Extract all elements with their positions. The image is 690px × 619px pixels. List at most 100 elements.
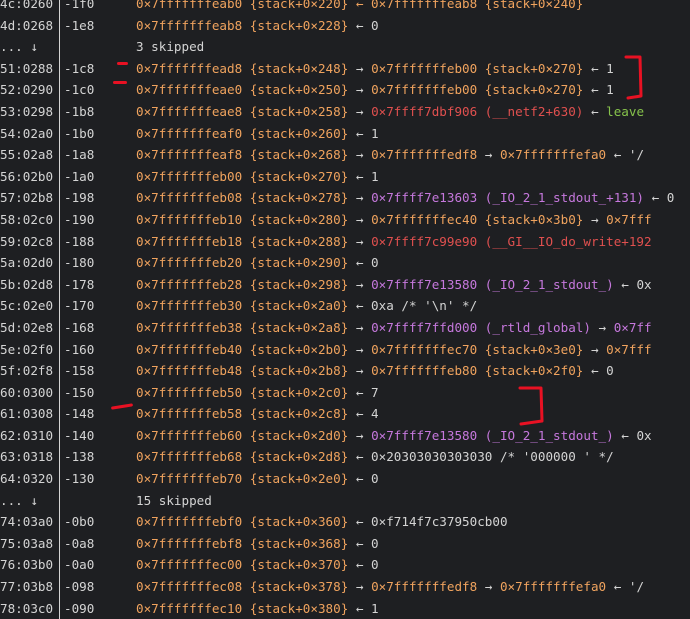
entry-segment: 0×7fff	[606, 211, 652, 227]
stack-offset: -1c8	[64, 60, 95, 76]
stack-offset: -130	[64, 471, 95, 487]
entry-segment: →	[598, 319, 614, 335]
stack-row: 78:03c0 -090 0×7fffffffec10 {stack+0×380} …	[0, 597, 690, 619]
entry-segment: 0×7fffffffeb80 {stack+0×2f0}	[371, 363, 591, 379]
stack-index: 57:02b8	[0, 190, 54, 206]
column-separator	[59, 489, 60, 512]
stack-row: 59:02c8 -188 0×7fffffffeb18 {stack+0×288} …	[0, 230, 690, 253]
entry-segment: ← 7	[355, 384, 379, 400]
stack-row: 76:03b0 -0a0 0×7fffffffec00 {stack+0×370} …	[0, 554, 690, 577]
entry-segment: 0×7fffffffead8 {stack+0×248}	[136, 60, 356, 76]
column-separator	[59, 446, 60, 469]
stack-entry: 0×7fffffffeb60 {stack+0×2d0} → 0×7ffff7e…	[136, 425, 652, 447]
stack-entry: 0×7fffffffeb20 {stack+0×290} ← 0	[136, 252, 379, 274]
stack-offset: -190	[64, 211, 95, 227]
stack-index: 52:0290	[0, 82, 54, 98]
column-separator	[59, 576, 60, 598]
column-separator	[59, 295, 60, 317]
stack-row: 4d:0268 -1e8 0×7fffffffeab8 {stack+0×228} …	[0, 14, 690, 37]
entry-segment: 0×7fffffffebf8 {stack+0×368}	[136, 535, 356, 551]
entry-segment: 0×7ffff7e13580 (_IO_2_1_stdout_)	[371, 276, 622, 292]
entry-segment: 0×7fffffffeb00 {stack+0×270}	[371, 60, 591, 76]
stack-offset: -170	[64, 298, 95, 314]
stack-entry: 0×7fffffffeb48 {stack+0×2b8} → 0×7ffffff…	[136, 360, 614, 382]
stack-entry: 0×7fffffffeb38 {stack+0×2a8} → 0×7ffff7f…	[136, 317, 652, 339]
stack-row: 5c:02e0 -170 0×7fffffffeb30 {stack+0×2a0} …	[0, 295, 690, 317]
stack-offset: -168	[64, 319, 95, 335]
entry-segment: 0×7fffffffec00 {stack+0×370}	[136, 557, 356, 573]
stack-row: 58:02c0 -190 0×7fffffffeb10 {stack+0×280} …	[0, 208, 690, 231]
stack-index: 5a:02d0	[0, 255, 54, 271]
stack-index: 5e:02f0	[0, 341, 54, 357]
entry-segment: 0×7fffffffeb00 {stack+0×270}	[371, 82, 591, 98]
column-separator	[59, 554, 60, 577]
entry-segment: 0×7fffffffeb30 {stack+0×2a0}	[136, 298, 356, 314]
column-separator	[59, 0, 60, 15]
entry-segment: 0×7fffffffec70 {stack+0×3e0}	[371, 341, 591, 357]
column-separator	[59, 424, 60, 447]
entry-segment: 0×7fffffffeb00 {stack+0×270}	[136, 168, 356, 184]
entry-segment: ← 1	[355, 168, 379, 184]
entry-segment: →	[484, 579, 500, 595]
stack-entry: 0×7fffffffeb00 {stack+0×270} ← 1	[136, 166, 379, 188]
column-separator	[59, 338, 60, 361]
stack-entry: 0×7fffffffead8 {stack+0×248} → 0×7ffffff…	[136, 58, 614, 80]
entry-segment: 0×7fff	[606, 341, 652, 357]
stack-index: 63:0318	[0, 449, 54, 465]
entry-segment: 0×7fffffffeb10 {stack+0×280}	[136, 211, 356, 227]
entry-segment: 0×7ff	[613, 319, 652, 335]
stack-row: 77:03b8 -098 0×7fffffffec08 {stack+0×378} …	[0, 576, 690, 598]
entry-segment: 15 skipped	[136, 492, 212, 508]
stack-offset: -090	[64, 600, 95, 616]
stack-entry: 0×7fffffffebf8 {stack+0×368} ← 0	[136, 533, 379, 555]
stack-index: 53:0298	[0, 103, 54, 119]
column-separator	[59, 57, 60, 80]
entry-segment: 0×7fffffffeab0 {stack+0×220} ← 0×7ffffff…	[136, 0, 584, 11]
annotation-dash-row-53	[113, 81, 127, 84]
stack-entry: 0×7fffffffec10 {stack+0×380} ← 1	[136, 598, 379, 619]
column-separator	[59, 14, 60, 37]
entry-segment: →	[355, 82, 372, 98]
column-separator	[59, 273, 60, 296]
entry-segment: 0×7fffffffeb08 {stack+0×278}	[136, 190, 356, 206]
column-separator	[59, 252, 60, 274]
stack-index: 5d:02e8	[0, 319, 54, 335]
stack-index: 64:0320	[0, 471, 54, 487]
stack-index: 61:0308	[0, 406, 54, 422]
entry-segment: →	[355, 319, 372, 335]
stack-offset: -1e8	[64, 17, 95, 33]
column-separator	[59, 122, 60, 145]
entry-segment: ← 0×20303030303030 /* '000000 ' */	[355, 449, 614, 465]
entry-segment: 0×7fffffffeb20 {stack+0×290}	[136, 255, 356, 271]
stack-entry: 0×7fffffffeaf0 {stack+0×260} ← 1	[136, 123, 379, 145]
column-separator	[59, 165, 60, 188]
column-separator	[59, 316, 60, 339]
stack-offset: -158	[64, 363, 95, 379]
stack-entry: 0×7fffffffeb40 {stack+0×2b0} → 0×7ffffff…	[136, 339, 652, 361]
entry-segment: →	[355, 363, 372, 379]
stack-index: 5f:02f8	[0, 363, 54, 379]
entry-segment: ← 0	[355, 471, 379, 487]
column-separator	[59, 100, 60, 123]
stack-row: 74:03a0 -0b0 0×7fffffffebf0 {stack+0×360} …	[0, 511, 690, 533]
stack-index: 5c:02e0	[0, 298, 54, 314]
column-separator	[59, 208, 60, 231]
stack-entry: 0×7fffffffeb68 {stack+0×2d8} ← 0×2030303…	[136, 446, 614, 468]
entry-segment: 0×7ffff7ffd000 (_rtld_global)	[371, 319, 599, 335]
stack-index: 58:02c0	[0, 211, 54, 227]
stack-index: 4d:0268	[0, 17, 54, 33]
entry-segment: 0×7ffff7dbf906 (__netf2+630)	[371, 103, 591, 119]
stack-index: 4c:0260	[0, 0, 54, 11]
stack-index: 60:0300	[0, 384, 54, 400]
entry-segment: ← 0	[355, 557, 379, 573]
stack-offset: -1f0	[64, 0, 95, 11]
stack-entry: 0×7fffffffeb10 {stack+0×280} → 0×7ffffff…	[136, 209, 652, 231]
entry-segment: →	[355, 427, 372, 443]
stack-entry: 0×7fffffffeb58 {stack+0×2c8} ← 4	[136, 403, 379, 425]
annotation-dash-row-52	[117, 62, 128, 65]
stack-index: ... ↓	[0, 39, 38, 55]
stack-index: 75:03a8	[0, 535, 54, 551]
entry-segment: 0×7fffffffeb58 {stack+0×2c8}	[136, 406, 356, 422]
entry-segment: →	[355, 276, 372, 292]
entry-segment: 0×7fffffffeb70 {stack+0×2e0}	[136, 471, 356, 487]
